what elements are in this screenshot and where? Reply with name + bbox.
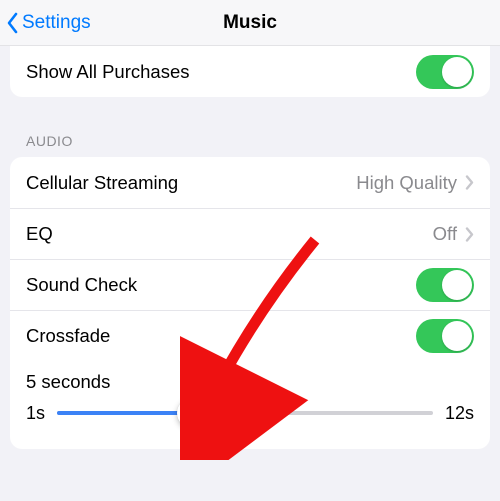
label-eq: EQ xyxy=(26,223,433,245)
value-eq: Off xyxy=(433,223,457,245)
section-header-audio: AUDIO xyxy=(26,133,474,149)
chevron-left-icon xyxy=(6,12,20,34)
group-purchases: Show All Purchases xyxy=(10,46,490,97)
row-crossfade[interactable]: Crossfade xyxy=(10,310,490,361)
group-audio: Cellular Streaming High Quality EQ Off S… xyxy=(10,157,490,449)
toggle-show-all-purchases[interactable] xyxy=(416,55,474,89)
toggle-crossfade[interactable] xyxy=(416,319,474,353)
label-show-all-purchases: Show All Purchases xyxy=(26,61,416,83)
slider-min-label: 1s xyxy=(26,403,45,424)
row-crossfade-slider: 5 seconds 1s 12s xyxy=(10,361,490,449)
value-cellular-streaming: High Quality xyxy=(356,172,457,194)
row-sound-check[interactable]: Sound Check xyxy=(10,259,490,310)
chevron-right-icon xyxy=(465,175,474,190)
label-cellular-streaming: Cellular Streaming xyxy=(26,172,356,194)
back-label: Settings xyxy=(22,12,91,34)
back-button[interactable]: Settings xyxy=(0,12,91,34)
row-cellular-streaming[interactable]: Cellular Streaming High Quality xyxy=(10,157,490,208)
row-eq[interactable]: EQ Off xyxy=(10,208,490,259)
crossfade-current-value: 5 seconds xyxy=(26,371,474,393)
nav-bar: Settings Music xyxy=(0,0,500,46)
row-show-all-purchases[interactable]: Show All Purchases xyxy=(10,46,490,97)
label-sound-check: Sound Check xyxy=(26,274,416,296)
toggle-sound-check[interactable] xyxy=(416,268,474,302)
slider-max-label: 12s xyxy=(445,403,474,424)
chevron-right-icon xyxy=(465,227,474,242)
label-crossfade: Crossfade xyxy=(26,325,416,347)
slider-thumb[interactable] xyxy=(177,398,207,428)
crossfade-slider[interactable] xyxy=(57,397,433,429)
